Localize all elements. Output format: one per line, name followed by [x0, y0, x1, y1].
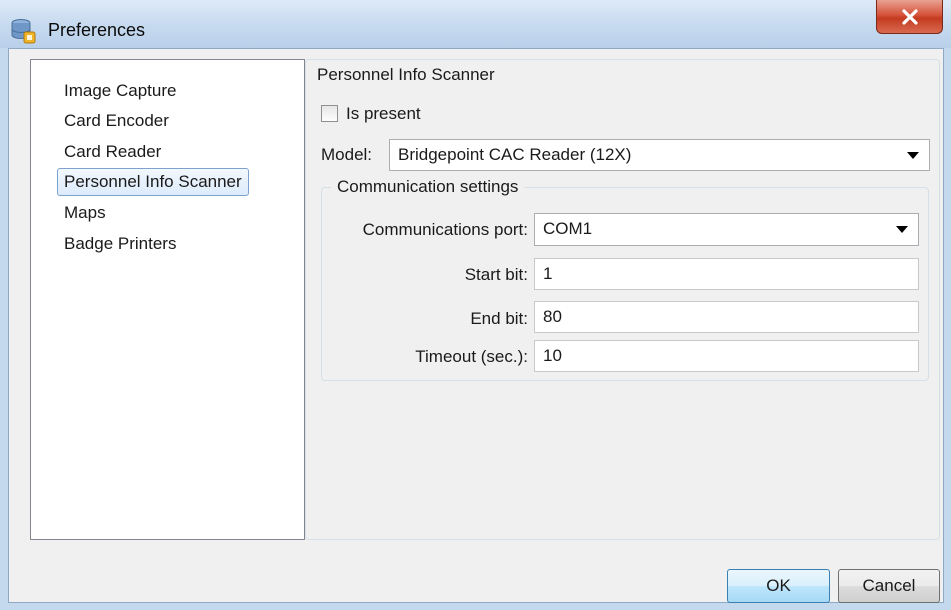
category-list[interactable]: Image Capture Card Encoder Card Reader P…: [30, 59, 305, 540]
is-present-checkbox[interactable]: [321, 105, 338, 122]
communications-port-label: Communications port:: [362, 220, 528, 239]
communications-port-value: COM1: [543, 219, 593, 238]
preferences-window: Preferences Image Capture Card Encoder C…: [0, 0, 951, 610]
end-bit-label: End bit:: [470, 309, 528, 328]
communication-settings-title: Communication settings: [331, 177, 525, 197]
communications-port-dropdown[interactable]: COM1: [534, 213, 919, 246]
category-item-personnel-info-scanner[interactable]: Personnel Info Scanner: [57, 168, 249, 196]
chevron-down-icon: [907, 152, 919, 159]
chevron-down-icon: [896, 226, 908, 233]
start-bit-field[interactable]: [534, 258, 919, 290]
start-bit-label: Start bit:: [464, 265, 528, 284]
window-title: Preferences: [48, 20, 146, 40]
close-button[interactable]: [876, 0, 943, 34]
category-item-badge-printers[interactable]: Badge Printers: [58, 230, 182, 258]
is-present-label[interactable]: Is present: [346, 104, 421, 124]
category-item-maps[interactable]: Maps: [58, 199, 112, 227]
ok-button[interactable]: OK: [727, 569, 830, 603]
model-label: Model:: [321, 145, 373, 164]
title-bar[interactable]: Preferences: [0, 0, 951, 48]
model-value: Bridgepoint CAC Reader (12X): [398, 145, 632, 164]
dialog-client-area: Image Capture Card Encoder Card Reader P…: [8, 48, 944, 603]
panel-title: Personnel Info Scanner: [315, 65, 497, 85]
category-item-image-capture[interactable]: Image Capture: [58, 77, 182, 105]
timeout-field[interactable]: [534, 340, 919, 372]
close-x-icon: [901, 8, 918, 25]
timeout-label: Timeout (sec.):: [415, 347, 528, 366]
end-bit-field[interactable]: [534, 301, 919, 333]
database-icon: [11, 19, 36, 44]
model-dropdown[interactable]: Bridgepoint CAC Reader (12X): [389, 139, 930, 171]
category-item-card-encoder[interactable]: Card Encoder: [58, 107, 175, 135]
cancel-button[interactable]: Cancel: [838, 569, 940, 603]
category-item-card-reader[interactable]: Card Reader: [58, 138, 167, 166]
